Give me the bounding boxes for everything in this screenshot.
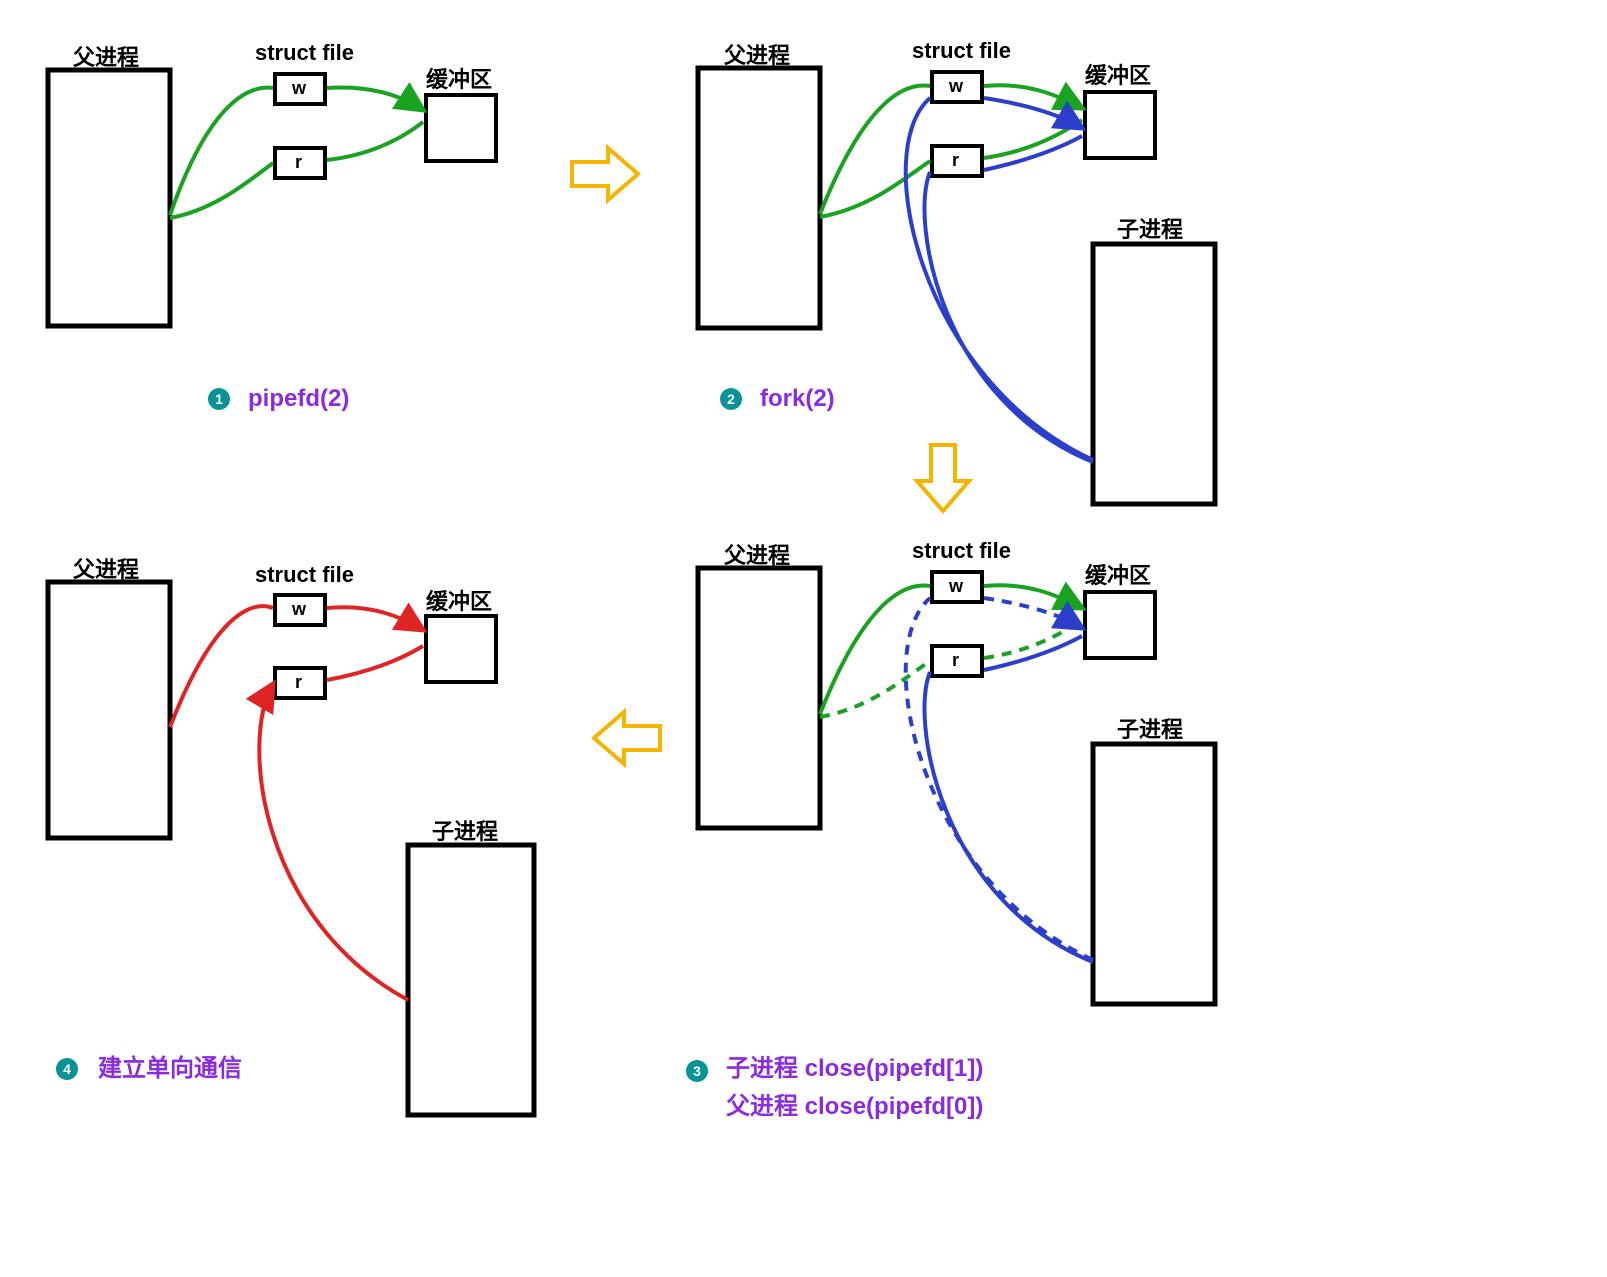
parent-process-label-3: 父进程 [724,538,790,570]
r-label-2: r [952,150,959,171]
child-process-label-4: 子进程 [432,814,498,846]
w-label-3: w [949,576,963,597]
r-label-4: r [295,672,302,693]
parent-process-label-4: 父进程 [73,552,139,584]
buffer-label-2: 缓冲区 [1085,58,1151,90]
step-4-badge: 4 [56,1058,78,1080]
step-3-line1: 子进程 close(pipefd[1]) [726,1055,983,1082]
step-4-text: 建立单向通信 [98,1050,242,1088]
struct-file-label-1: struct file [255,40,354,66]
flow-arrows [572,148,969,764]
step-3-line2: 父进程 close(pipefd[0]) [726,1093,983,1120]
w-label-4: w [292,599,306,620]
panel-4 [48,582,534,1115]
w-label-2: w [949,76,963,97]
step-1-badge: 1 [208,388,230,410]
child-process-label-2: 子进程 [1117,212,1183,244]
step-3-text: 子进程 close(pipefd[1]) 父进程 close(pipefd[0]… [726,1050,983,1127]
struct-file-label-3: struct file [912,538,1011,564]
step-2-text: fork(2) [760,380,835,418]
parent-process-label-1: 父进程 [73,40,139,72]
buffer-label-3: 缓冲区 [1085,558,1151,590]
child-process-label-3: 子进程 [1117,712,1183,744]
panel-1 [48,70,496,326]
step-3-badge: 3 [686,1060,708,1082]
r-label-1: r [295,152,302,173]
buffer-label-1: 缓冲区 [426,62,492,94]
struct-file-label-4: struct file [255,562,354,588]
step-1-text: pipefd(2) [248,380,349,418]
panel-2 [698,68,1215,504]
w-label-1: w [292,78,306,99]
step-2-badge: 2 [720,388,742,410]
parent-process-label-2: 父进程 [724,38,790,70]
struct-file-label-2: struct file [912,38,1011,64]
buffer-label-4: 缓冲区 [426,584,492,616]
panel-3 [698,568,1215,1004]
r-label-3: r [952,650,959,671]
